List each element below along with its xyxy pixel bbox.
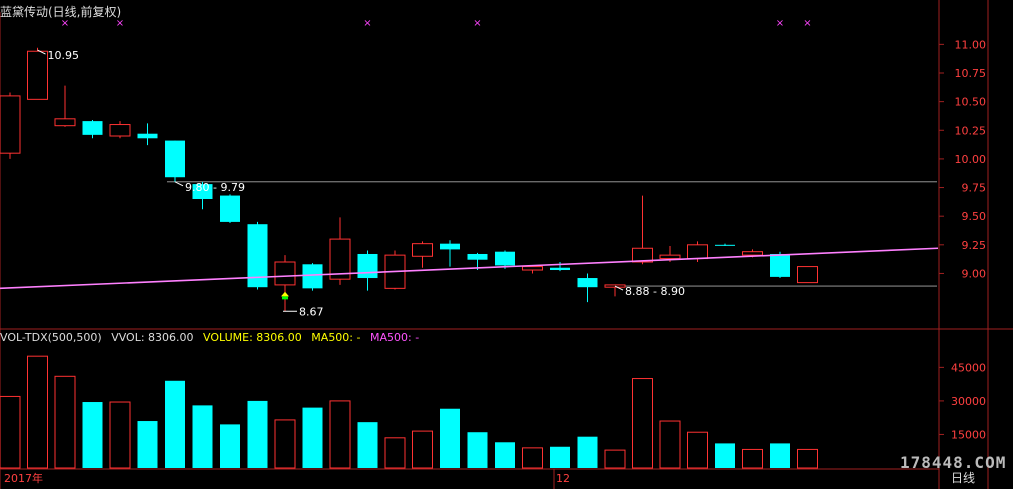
low-marker-bottom: [282, 296, 288, 300]
annotation-label-2: 8.67: [299, 305, 324, 318]
candle-body-11: [302, 264, 323, 289]
candle-body-6: [165, 140, 185, 178]
candle-body-5: [137, 133, 158, 139]
candle-body-17: [467, 253, 488, 260]
event-marker-5: ×: [803, 18, 811, 29]
candle-body-3: [82, 121, 103, 135]
candle-body-15: [412, 243, 433, 257]
volume-value: VOLUME: 8306.00: [203, 331, 302, 344]
candle-body-10: [274, 261, 296, 286]
x-axis-label-1: 12: [556, 472, 570, 485]
price-tick-label-6: 9.50: [962, 210, 987, 223]
volume-bar-13: [357, 422, 378, 468]
candle-body-27: [742, 251, 763, 256]
volume-bar-25: [687, 431, 708, 469]
volume-bar-22: [604, 449, 626, 469]
price-tick-label-8: 9.00: [962, 267, 987, 280]
volume-bar-26: [715, 443, 735, 468]
volume-bar-6: [165, 380, 185, 468]
volume-bar-20: [550, 446, 570, 468]
volume-bar-9: [247, 400, 268, 468]
volume-bar-18: [495, 442, 515, 468]
event-marker-2: ×: [363, 18, 371, 29]
stock-title: 蓝黛传动(日线,前复权): [0, 5, 122, 19]
annotation-label-0: 10.95: [48, 49, 80, 62]
candle-body-21: [577, 278, 598, 288]
candle-body-19: [522, 266, 543, 271]
candle-body-20: [550, 267, 570, 271]
volume-bar-24: [659, 420, 681, 469]
candle-body-13: [357, 253, 378, 279]
ma-value-2: MA500: -: [369, 331, 420, 344]
low-marker-top: [281, 291, 289, 297]
volume-bar-27: [742, 448, 763, 469]
candle-body-16: [440, 243, 460, 250]
annotation-label-3: 8.88 - 8.90: [625, 285, 685, 298]
candle-body-2: [54, 118, 76, 127]
vvol-value: VVOL: 8306.00: [111, 331, 194, 344]
candle-body-28: [770, 253, 790, 277]
price-tick-label-7: 9.25: [962, 239, 987, 252]
kline-chart[interactable]: 11.00 10.75 10.50 10.25 10.00 9.75 9.50 9.25 9.0…: [0, 0, 1013, 489]
volume-tick-label-0: 45000: [951, 361, 986, 374]
price-tick-label-5: 9.75: [962, 182, 987, 195]
candle-body-8: [220, 195, 240, 222]
price-tick-label-3: 10.25: [955, 124, 987, 137]
price-tick-label-2: 10.50: [955, 96, 987, 109]
candle-body-24: [659, 254, 681, 260]
period-label[interactable]: 日线: [951, 469, 975, 486]
price-tick-label-4: 10.00: [955, 153, 987, 166]
x-axis-label-0: 2017年: [4, 471, 43, 485]
volume-bar-11: [302, 407, 323, 468]
volume-bar-29: [797, 448, 818, 469]
candle-body-4: [109, 124, 131, 137]
ma-value-1: MA500: -: [311, 331, 361, 344]
volume-bar-3: [82, 402, 103, 468]
chart-window: 11.00 10.75 10.50 10.25 10.00 9.75 9.50 9.25 9.0…: [0, 0, 1013, 489]
candle-body-25: [687, 244, 708, 260]
volume-tick-label-1: 30000: [951, 395, 986, 408]
candle-body-29: [797, 266, 818, 284]
event-marker-4: ×: [776, 18, 784, 29]
volume-bar-10: [274, 419, 296, 469]
price-tick-label-0: 11.00: [955, 38, 987, 51]
volume-bar-4: [109, 401, 131, 469]
volume-legend: VOL-TDX(500,500) VVOL: 8306.00 VOLUME: 8…: [0, 331, 425, 344]
volume-bar-0: [0, 395, 21, 469]
annotation-label-1: 9.80 - 9.79: [185, 181, 245, 194]
volume-bar-23: [632, 378, 653, 469]
event-marker-3: ×: [473, 18, 481, 29]
volume-tick-label-2: 15000: [951, 428, 986, 441]
indicator-name[interactable]: VOL-TDX(500,500): [0, 331, 102, 344]
volume-bar-16: [440, 408, 460, 468]
price-tick-label-1: 10.75: [955, 67, 987, 80]
volume-bar-12: [329, 400, 351, 469]
volume-bar-19: [522, 447, 543, 469]
volume-bar-2: [54, 375, 76, 469]
volume-bar-21: [577, 436, 598, 468]
candle-body-18: [495, 251, 515, 266]
volume-bar-14: [384, 437, 406, 469]
candle-body-26: [715, 244, 735, 246]
volume-bar-17: [467, 432, 488, 468]
annotation-arrow-1: [174, 181, 184, 187]
candle-body-0: [0, 95, 21, 154]
candle-body-1: [27, 50, 48, 100]
volume-bar-1: [27, 355, 48, 469]
volume-bar-7: [192, 405, 213, 468]
volume-bar-5: [137, 421, 158, 468]
volume-bar-8: [220, 424, 240, 468]
volume-bar-28: [770, 443, 790, 468]
volume-bar-15: [412, 430, 433, 469]
